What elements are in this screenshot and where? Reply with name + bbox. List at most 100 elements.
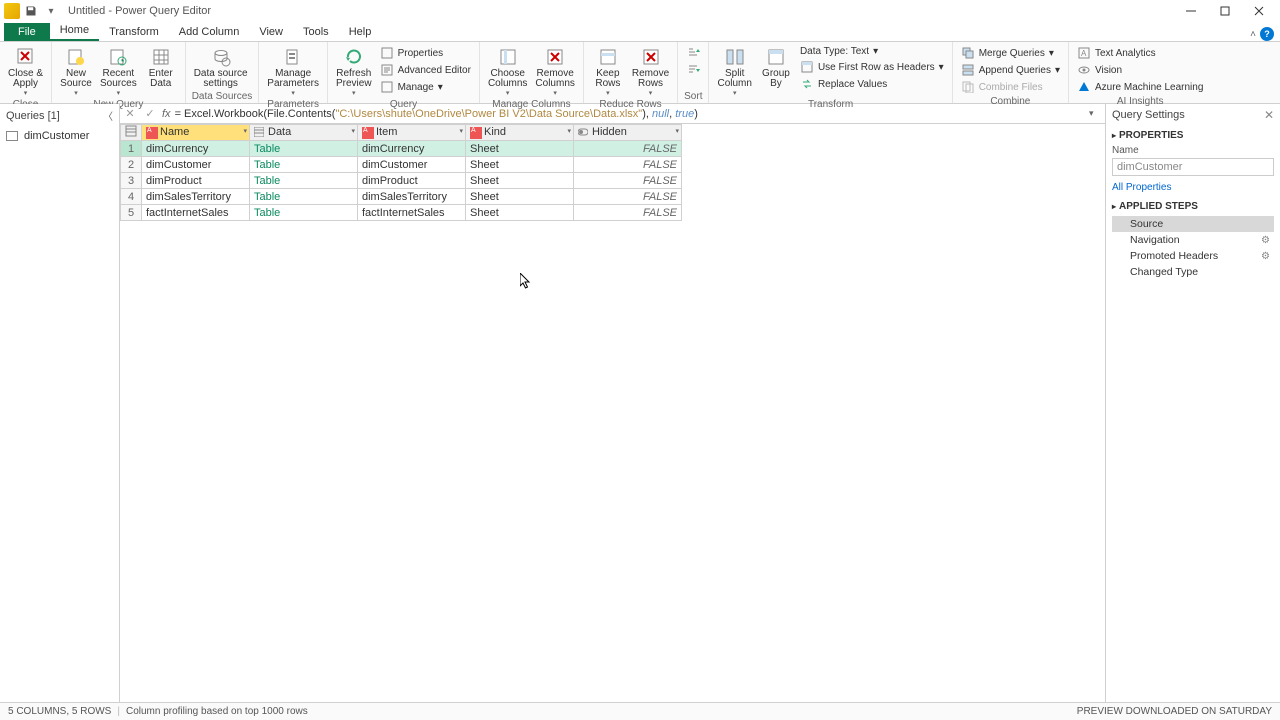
maximize-button[interactable] xyxy=(1208,0,1242,22)
cell[interactable]: FALSE xyxy=(574,141,682,157)
data-grid[interactable]: AName▾Data▾AItem▾AKind▾Hidden▾1dimCurren… xyxy=(120,124,1105,702)
sort-asc-button[interactable] xyxy=(684,45,702,61)
fx-icon[interactable]: fx xyxy=(162,108,171,120)
enter-data-button[interactable]: Enter Data xyxy=(141,44,181,91)
queries-collapse-icon[interactable]: 〈 xyxy=(103,108,113,123)
cell[interactable]: dimProduct xyxy=(142,173,250,189)
cell[interactable]: FALSE xyxy=(574,205,682,221)
recent-sources-button[interactable]: Recent Sources▾ xyxy=(96,44,141,99)
cell[interactable]: Table xyxy=(250,157,358,173)
cell[interactable]: factInternetSales xyxy=(358,205,466,221)
tab-view[interactable]: View xyxy=(249,23,293,41)
applied-step[interactable]: Navigation⚙ xyxy=(1112,232,1274,248)
cell[interactable]: Table xyxy=(250,141,358,157)
data-type-button[interactable]: Data Type: Text ▾ xyxy=(798,45,946,58)
filter-icon[interactable]: ▾ xyxy=(351,127,355,135)
table-row[interactable]: 5factInternetSalesTablefactInternetSales… xyxy=(121,205,682,221)
text-analytics-button[interactable]: AText Analytics xyxy=(1075,45,1205,61)
group-by-button[interactable]: Group By xyxy=(756,44,796,91)
remove-columns-button[interactable]: Remove Columns▾ xyxy=(531,44,578,99)
tab-add-column[interactable]: Add Column xyxy=(169,23,250,41)
cell[interactable]: FALSE xyxy=(574,189,682,205)
split-column-button[interactable]: Split Column▾ xyxy=(713,44,755,99)
applied-step[interactable]: Changed Type xyxy=(1112,264,1274,280)
cell[interactable]: FALSE xyxy=(574,173,682,189)
cell[interactable]: Table xyxy=(250,173,358,189)
cell[interactable]: Sheet xyxy=(466,173,574,189)
table-row[interactable]: 2dimCustomerTabledimCustomerSheetFALSE xyxy=(121,157,682,173)
properties-button[interactable]: Properties xyxy=(378,45,473,61)
qat-dropdown-icon[interactable]: ▾ xyxy=(42,2,60,20)
sort-desc-button[interactable] xyxy=(684,62,702,78)
filter-icon[interactable]: ▾ xyxy=(243,127,247,135)
tab-transform[interactable]: Transform xyxy=(99,23,169,41)
row-number[interactable]: 1 xyxy=(121,141,142,157)
remove-rows-button[interactable]: Remove Rows▾ xyxy=(628,44,673,99)
filter-icon[interactable]: ▾ xyxy=(567,127,571,135)
cell[interactable]: Sheet xyxy=(466,157,574,173)
row-number[interactable]: 4 xyxy=(121,189,142,205)
replace-values-button[interactable]: Replace Values xyxy=(798,76,946,92)
cell[interactable]: dimCustomer xyxy=(142,157,250,173)
new-source-button[interactable]: New Source▾ xyxy=(56,44,96,99)
cell[interactable]: Table xyxy=(250,189,358,205)
all-properties-link[interactable]: All Properties xyxy=(1112,182,1274,193)
keep-rows-button[interactable]: Keep Rows▾ xyxy=(588,44,628,99)
merge-queries-button[interactable]: Merge Queries ▾ xyxy=(959,45,1062,61)
minimize-button[interactable] xyxy=(1174,0,1208,22)
column-header-name[interactable]: AName▾ xyxy=(142,125,250,141)
row-number[interactable]: 5 xyxy=(121,205,142,221)
save-icon[interactable] xyxy=(22,2,40,20)
table-row[interactable]: 4dimSalesTerritoryTabledimSalesTerritory… xyxy=(121,189,682,205)
cell[interactable]: dimSalesTerritory xyxy=(358,189,466,205)
advanced-editor-button[interactable]: Advanced Editor xyxy=(378,62,473,78)
vision-button[interactable]: Vision xyxy=(1075,62,1205,78)
close-apply-button[interactable]: Close & Apply▾ xyxy=(4,44,47,99)
row-number[interactable]: 2 xyxy=(121,157,142,173)
cell[interactable]: Table xyxy=(250,205,358,221)
azure-ml-button[interactable]: Azure Machine Learning xyxy=(1075,79,1205,95)
close-button[interactable] xyxy=(1242,0,1276,22)
column-header-data[interactable]: Data▾ xyxy=(250,125,358,141)
formula-commit-icon[interactable]: ✓ xyxy=(142,106,158,122)
row-number[interactable]: 3 xyxy=(121,173,142,189)
refresh-preview-button[interactable]: Refresh Preview▾ xyxy=(332,44,376,99)
gear-icon[interactable]: ⚙ xyxy=(1261,235,1270,246)
table-row[interactable]: 1dimCurrencyTabledimCurrencySheetFALSE xyxy=(121,141,682,157)
cell[interactable]: Sheet xyxy=(466,189,574,205)
applied-step[interactable]: Source xyxy=(1112,216,1274,232)
cell[interactable]: dimProduct xyxy=(358,173,466,189)
manage-parameters-button[interactable]: Manage Parameters▾ xyxy=(263,44,323,99)
ribbon-collapse-icon[interactable]: ˄ xyxy=(1250,29,1256,40)
tab-home[interactable]: Home xyxy=(50,21,99,41)
data-source-settings-button[interactable]: Data source settings xyxy=(190,44,252,91)
filter-icon[interactable]: ▾ xyxy=(675,127,679,135)
append-queries-button[interactable]: Append Queries ▾ xyxy=(959,62,1062,78)
grid-corner[interactable] xyxy=(121,125,142,141)
filter-icon[interactable]: ▾ xyxy=(459,127,463,135)
tab-tools[interactable]: Tools xyxy=(293,23,339,41)
formula-input[interactable]: = Excel.Workbook(File.Contents("C:\Users… xyxy=(175,107,1085,120)
tab-file[interactable]: File xyxy=(4,23,50,41)
cell[interactable]: dimCurrency xyxy=(358,141,466,157)
manage-button[interactable]: Manage ▾ xyxy=(378,79,473,95)
query-item[interactable]: dimCustomer xyxy=(0,127,119,145)
cell[interactable]: dimCurrency xyxy=(142,141,250,157)
column-header-item[interactable]: AItem▾ xyxy=(358,125,466,141)
cell[interactable]: factInternetSales xyxy=(142,205,250,221)
tab-help[interactable]: Help xyxy=(339,23,382,41)
table-row[interactable]: 3dimProductTabledimProductSheetFALSE xyxy=(121,173,682,189)
gear-icon[interactable]: ⚙ xyxy=(1261,251,1270,262)
query-name-input[interactable] xyxy=(1112,158,1274,176)
cell[interactable]: Sheet xyxy=(466,205,574,221)
formula-expand-icon[interactable]: ▾ xyxy=(1089,108,1103,119)
cell[interactable]: FALSE xyxy=(574,157,682,173)
cell[interactable]: dimSalesTerritory xyxy=(142,189,250,205)
column-header-kind[interactable]: AKind▾ xyxy=(466,125,574,141)
query-settings-close-icon[interactable]: ✕ xyxy=(1264,108,1274,122)
applied-step[interactable]: Promoted Headers⚙ xyxy=(1112,248,1274,264)
cell[interactable]: dimCustomer xyxy=(358,157,466,173)
column-header-hidden[interactable]: Hidden▾ xyxy=(574,125,682,141)
formula-cancel-icon[interactable]: ✕ xyxy=(122,106,138,122)
choose-columns-button[interactable]: Choose Columns▾ xyxy=(484,44,531,99)
